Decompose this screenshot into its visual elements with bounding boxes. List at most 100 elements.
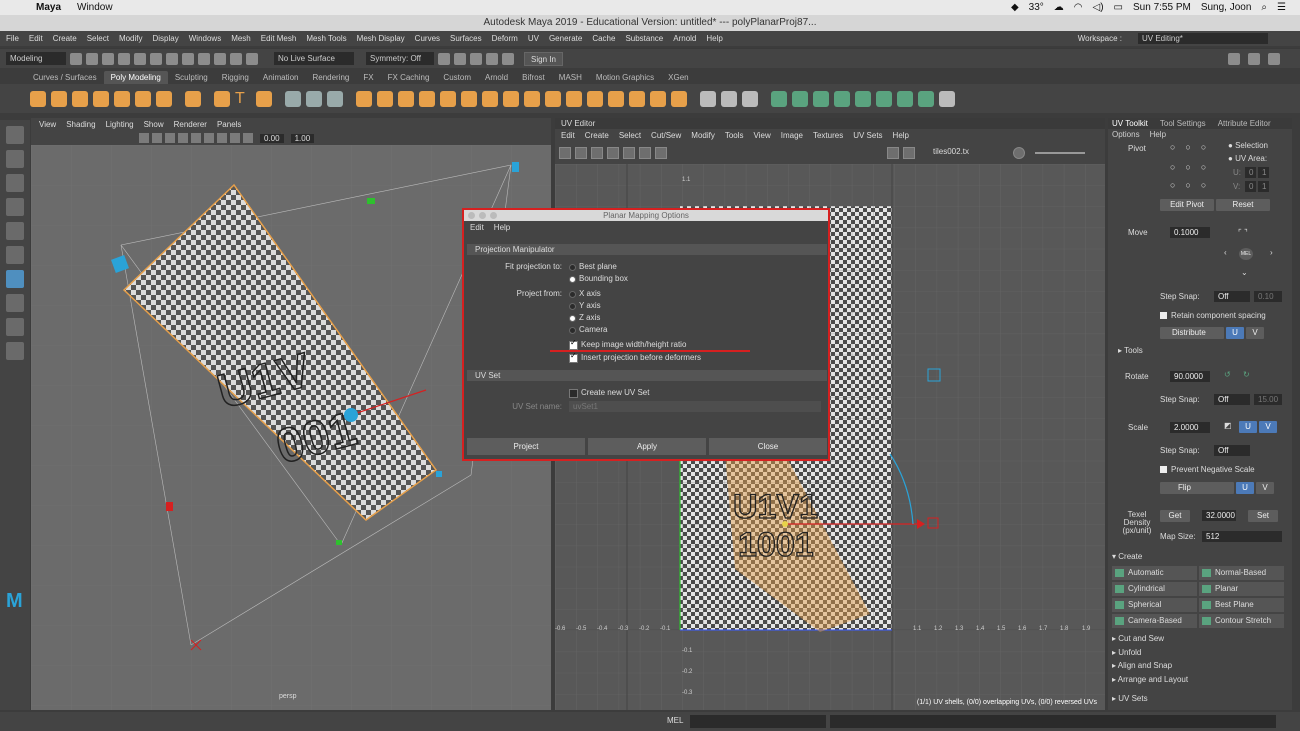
uv-checker-view-icon[interactable] (639, 147, 651, 159)
create-normal-based-button[interactable]: Normal-Based (1199, 566, 1284, 580)
texel-density-field[interactable]: 32.0000 (1202, 510, 1236, 521)
app-menu[interactable]: Maya (36, 2, 61, 13)
sign-in-button[interactable]: Sign In (524, 51, 563, 66)
vp-menu-panels[interactable]: Panels (217, 120, 241, 129)
extrude-icon[interactable] (356, 90, 372, 107)
platonic-icon[interactable] (185, 90, 201, 107)
volume-icon[interactable]: ◁) (1093, 2, 1104, 13)
rotate-value-field[interactable]: 90.0000 (1170, 371, 1210, 382)
menu-edit-mesh[interactable]: Edit Mesh (261, 34, 297, 43)
attribute-icon[interactable] (1268, 52, 1280, 65)
uv-automatic-icon[interactable] (834, 90, 850, 107)
poly-disc-icon[interactable] (156, 90, 172, 107)
scale-u-button[interactable]: U (1239, 421, 1257, 433)
snap-grid-icon[interactable] (198, 52, 210, 65)
target-weld-icon[interactable] (503, 90, 519, 107)
pivot-radio-row-1[interactable]: ○○○ (1170, 142, 1216, 152)
shelf-tab-custom[interactable]: Custom (436, 71, 478, 84)
move-mel-button[interactable]: MEL (1239, 248, 1253, 260)
bevel-icon[interactable] (398, 90, 414, 107)
menu-list-icon[interactable]: ☰ (1277, 2, 1286, 13)
render-settings-icon[interactable] (486, 52, 498, 65)
shelf-tab-animation[interactable]: Animation (256, 71, 306, 84)
edit-pivot-button[interactable]: Edit Pivot (1160, 199, 1214, 211)
snap-point-icon[interactable] (230, 52, 242, 65)
tools-section[interactable]: Tools (1118, 346, 1143, 355)
scale-value-field[interactable]: 2.0000 (1170, 422, 1210, 433)
lattice-icon[interactable] (721, 90, 737, 107)
layout-icon[interactable] (1228, 52, 1240, 65)
distribute-u-button[interactable]: U (1226, 327, 1244, 339)
menu-generate[interactable]: Generate (549, 34, 582, 43)
flip-u-button[interactable]: U (1236, 482, 1254, 494)
panel-menu-options[interactable]: Options (1112, 129, 1140, 141)
shelf-tab-mash[interactable]: MASH (552, 71, 589, 84)
projection-manipulator-icon[interactable] (6, 270, 24, 288)
open-scene-icon[interactable] (86, 52, 98, 65)
uv-sets-section[interactable]: UV Sets (1112, 694, 1147, 703)
xray-icon[interactable] (230, 133, 240, 143)
shadows-icon[interactable] (217, 133, 227, 143)
keep-ratio-checkbox[interactable]: Keep image width/height ratio (569, 338, 686, 350)
map-size-field[interactable]: 512 (1202, 531, 1282, 542)
uv-snapshot-icon[interactable] (655, 147, 667, 159)
rotate-tool-icon[interactable] (6, 222, 24, 240)
move-step-snap-value[interactable]: 0.10 (1254, 291, 1282, 302)
snap-curve-icon[interactable] (214, 52, 226, 65)
shelf-tab-curves-surfaces[interactable]: Curves / Surfaces (26, 71, 104, 84)
manipulator-center[interactable] (344, 408, 358, 422)
arrange-layout-section[interactable]: Arrange and Layout (1112, 675, 1188, 684)
poly-plane-icon[interactable] (135, 90, 151, 107)
shelf-tab-motion-graphics[interactable]: Motion Graphics (589, 71, 661, 84)
manipulator-handle-green-low[interactable] (336, 540, 342, 545)
move-value-field[interactable]: 0.1000 (1170, 227, 1210, 238)
menu-edit[interactable]: Edit (29, 34, 43, 43)
move-arrows[interactable]: ⌜ ⌝ (1238, 228, 1248, 237)
u-min-field[interactable]: 0 (1245, 167, 1256, 178)
create-cylindrical-button[interactable]: Cylindrical (1112, 582, 1197, 596)
user-name[interactable]: Sung, Joon (1201, 2, 1252, 13)
shelf-tab-poly-modeling[interactable]: Poly Modeling (103, 71, 168, 84)
combine-icon[interactable] (285, 90, 301, 107)
dropbox-icon[interactable]: ◆ (1011, 2, 1019, 13)
uv-planar-icon[interactable] (771, 90, 787, 107)
move-left-icon[interactable]: ‹ (1224, 248, 1227, 257)
uv-color-icon[interactable] (887, 147, 899, 159)
scale-uniform-icon[interactable]: ◩ (1224, 421, 1232, 430)
align-snap-section[interactable]: Align and Snap (1112, 661, 1172, 670)
scale-step-snap-dropdown[interactable]: Off (1214, 445, 1250, 456)
uv-image-icon[interactable] (575, 147, 587, 159)
tab-tool-settings[interactable]: Tool Settings (1160, 118, 1206, 129)
wifi-icon[interactable]: ◠ (1074, 2, 1083, 13)
poly-cylinder-icon[interactable] (72, 90, 88, 107)
menu-select[interactable]: Select (87, 34, 109, 43)
shelf-tab-rendering[interactable]: Rendering (305, 71, 356, 84)
menu-mesh-display[interactable]: Mesh Display (357, 34, 405, 43)
uv-checker-map-icon[interactable] (903, 147, 915, 159)
clock[interactable]: Sun 7:55 PM (1133, 2, 1191, 13)
create-camera-based-button[interactable]: Camera-Based (1112, 614, 1197, 628)
smooth-icon[interactable] (327, 90, 343, 107)
multi-cut-icon[interactable] (461, 90, 477, 107)
shelf-tab-arnold[interactable]: Arnold (478, 71, 515, 84)
select-component-icon[interactable] (182, 52, 194, 65)
poly-sphere-icon[interactable] (30, 90, 46, 107)
select-tool-icon[interactable] (6, 126, 24, 144)
create-spherical-button[interactable]: Spherical (1112, 598, 1197, 612)
menu-substance[interactable]: Substance (625, 34, 663, 43)
uv-cut-icon[interactable] (918, 90, 934, 107)
circularize-icon[interactable] (629, 90, 645, 107)
uv-filter-icon[interactable] (623, 147, 635, 159)
z-axis-radio[interactable]: Z axis (569, 313, 600, 322)
best-plane-radio[interactable]: Best plane (569, 262, 617, 271)
shelf-tab-sculpting[interactable]: Sculpting (168, 71, 215, 84)
menu-windows[interactable]: Windows (189, 34, 221, 43)
uv-menu-help[interactable]: Help (893, 131, 909, 140)
shelf-tab-rigging[interactable]: Rigging (215, 71, 256, 84)
svg-icon[interactable] (256, 90, 272, 107)
menu-deform[interactable]: Deform (492, 34, 518, 43)
uv-menu-select[interactable]: Select (619, 131, 641, 140)
symmetry-dropdown[interactable]: Symmetry: Off (366, 52, 434, 65)
smooth-shade-icon[interactable] (178, 133, 188, 143)
rotate-ccw-icon[interactable]: ↺ (1224, 370, 1231, 379)
